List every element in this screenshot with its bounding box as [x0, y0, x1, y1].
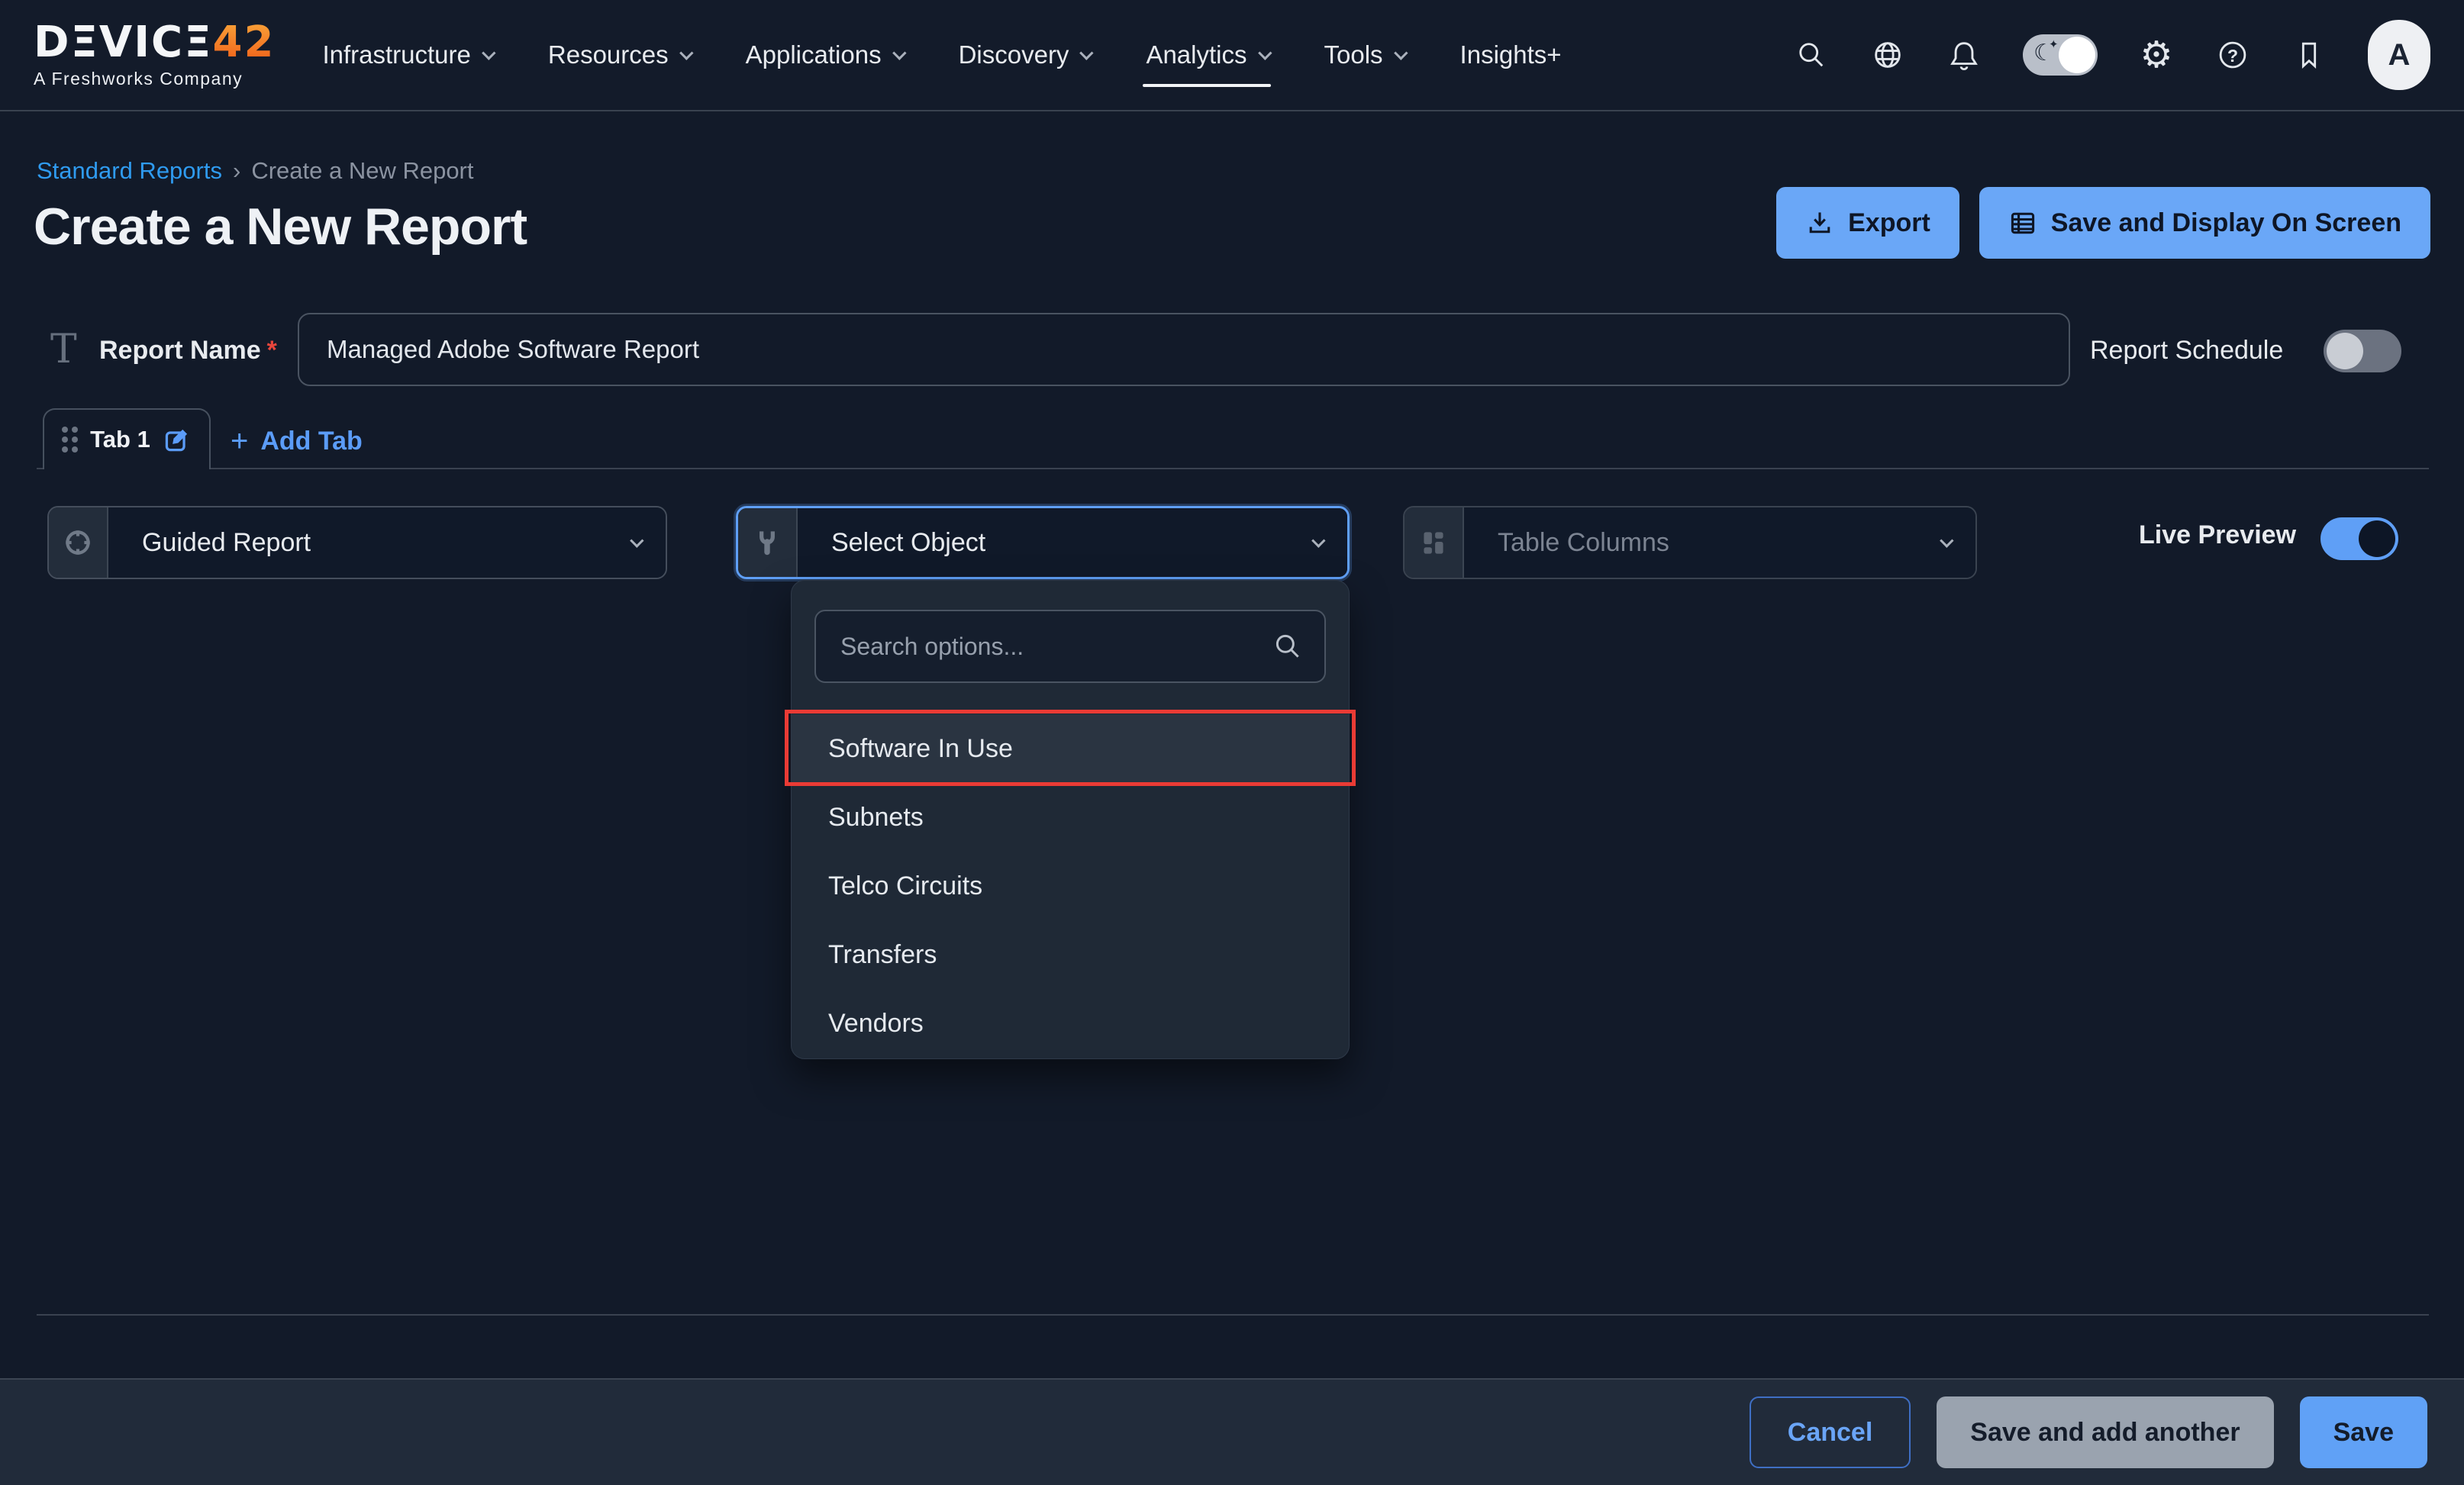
device42-app: DΞVICΞ42 A Freshworks Company Infrastruc… [0, 0, 2464, 1485]
settings-gear-icon[interactable]: ⚙ [2139, 37, 2174, 72]
report-name-label: Report Name* [99, 336, 277, 366]
save-and-add-another-button[interactable]: Save and add another [1937, 1396, 2273, 1468]
search-icon [1271, 630, 1305, 667]
save-and-display-button[interactable]: Save and Display On Screen [1979, 187, 2430, 259]
content-bottom-divider [37, 1314, 2429, 1316]
chevron-down-icon [482, 46, 495, 60]
live-preview-toggle[interactable] [2320, 517, 2398, 560]
dropdown-search-input[interactable] [814, 610, 1326, 683]
header-actions: Export Save and Display On Screen [1776, 187, 2430, 259]
table-icon [2008, 208, 2037, 237]
select-object-dropdown[interactable]: Select Object [736, 506, 1350, 579]
avatar[interactable]: A [2368, 20, 2430, 90]
theme-toggle[interactable]: ☾ ✦ [2023, 34, 2098, 76]
nav-item-analytics[interactable]: Analytics [1146, 0, 1267, 110]
target-icon [49, 507, 108, 578]
main-nav: Infrastructure Resources Applications Di… [322, 0, 1561, 110]
search-icon[interactable] [1794, 37, 1829, 72]
cancel-button[interactable]: Cancel [1750, 1396, 1911, 1468]
report-schedule-toggle[interactable] [2324, 330, 2401, 372]
edit-tab-icon[interactable] [163, 425, 192, 454]
navbar-actions: ☾ ✦ ⚙ ? A [1794, 20, 2430, 90]
download-icon [1805, 208, 1834, 237]
table-columns-placeholder: Table Columns [1498, 528, 1940, 558]
chevron-down-icon [1311, 533, 1325, 547]
tab-1-label: Tab 1 [90, 426, 150, 453]
logo-wordmark: DΞVICΞ42 [34, 21, 275, 64]
grid-icon [1405, 507, 1464, 578]
live-preview-label: Live Preview [2139, 520, 2296, 550]
top-navbar: DΞVICΞ42 A Freshworks Company Infrastruc… [0, 0, 2464, 111]
device42-logo[interactable]: DΞVICΞ42 A Freshworks Company [34, 21, 275, 89]
nav-item-applications[interactable]: Applications [746, 0, 902, 110]
chevron-down-icon [1940, 533, 1953, 547]
theme-toggle-knob [2059, 37, 2095, 73]
help-icon[interactable]: ? [2215, 37, 2250, 72]
drag-handle-icon[interactable] [62, 427, 78, 453]
nav-item-discovery[interactable]: Discovery [959, 0, 1090, 110]
bookmark-icon[interactable] [2291, 37, 2327, 72]
chevron-down-icon [1394, 46, 1408, 60]
logo-subtitle: A Freshworks Company [34, 69, 275, 89]
nav-item-resources[interactable]: Resources [548, 0, 689, 110]
select-object-value: Select Object [831, 528, 1311, 558]
breadcrumb-separator: › [233, 157, 240, 185]
option-software-in-use[interactable]: Software In Use [792, 714, 1349, 783]
nav-item-tools[interactable]: Tools [1324, 0, 1404, 110]
page-title: Create a New Report [34, 197, 527, 256]
report-type-value: Guided Report [142, 528, 630, 558]
tab-bar-divider [37, 468, 2429, 469]
dropdown-option-list: Software In Use Subnets Telco Circuits T… [792, 711, 1349, 1065]
add-tab-button[interactable]: + Add Tab [231, 424, 363, 459]
breadcrumb-link-standard-reports[interactable]: Standard Reports [37, 157, 222, 185]
option-vendors[interactable]: Vendors [792, 989, 1349, 1058]
save-button[interactable]: Save [2300, 1396, 2427, 1468]
plus-icon: + [231, 424, 248, 459]
report-schedule-label: Report Schedule [2090, 336, 2283, 366]
select-object-options-panel: Software In Use Subnets Telco Circuits T… [791, 580, 1350, 1059]
svg-text:?: ? [2227, 46, 2238, 66]
chevron-down-icon [892, 46, 906, 60]
table-columns-select[interactable]: Table Columns [1403, 506, 1977, 579]
option-telco-circuits[interactable]: Telco Circuits [792, 852, 1349, 920]
report-type-select[interactable]: Guided Report [47, 506, 667, 579]
chevron-down-icon [679, 46, 693, 60]
breadcrumb: Standard Reports › Create a New Report [37, 157, 474, 185]
option-subnets[interactable]: Subnets [792, 783, 1349, 852]
nav-item-insights[interactable]: Insights+ [1460, 0, 1562, 110]
chevron-down-icon [630, 533, 643, 547]
chevron-down-icon [1080, 46, 1094, 60]
nav-item-infrastructure[interactable]: Infrastructure [322, 0, 491, 110]
sparkle-icon: ✦ [2049, 37, 2059, 51]
breadcrumb-current: Create a New Report [251, 157, 473, 185]
footer-action-bar: Cancel Save and add another Save [0, 1378, 2464, 1485]
tab-1[interactable]: Tab 1 [43, 408, 211, 469]
chevron-down-icon [1258, 46, 1272, 60]
text-type-icon: T [50, 327, 77, 372]
notifications-bell-icon[interactable] [1946, 37, 1982, 72]
globe-icon[interactable] [1870, 37, 1905, 72]
wrench-icon [738, 508, 798, 577]
export-button[interactable]: Export [1776, 187, 1959, 259]
option-transfers[interactable]: Transfers [792, 920, 1349, 989]
report-name-input[interactable] [298, 313, 2070, 386]
dropdown-search [814, 610, 1326, 683]
required-asterisk: * [267, 336, 277, 365]
